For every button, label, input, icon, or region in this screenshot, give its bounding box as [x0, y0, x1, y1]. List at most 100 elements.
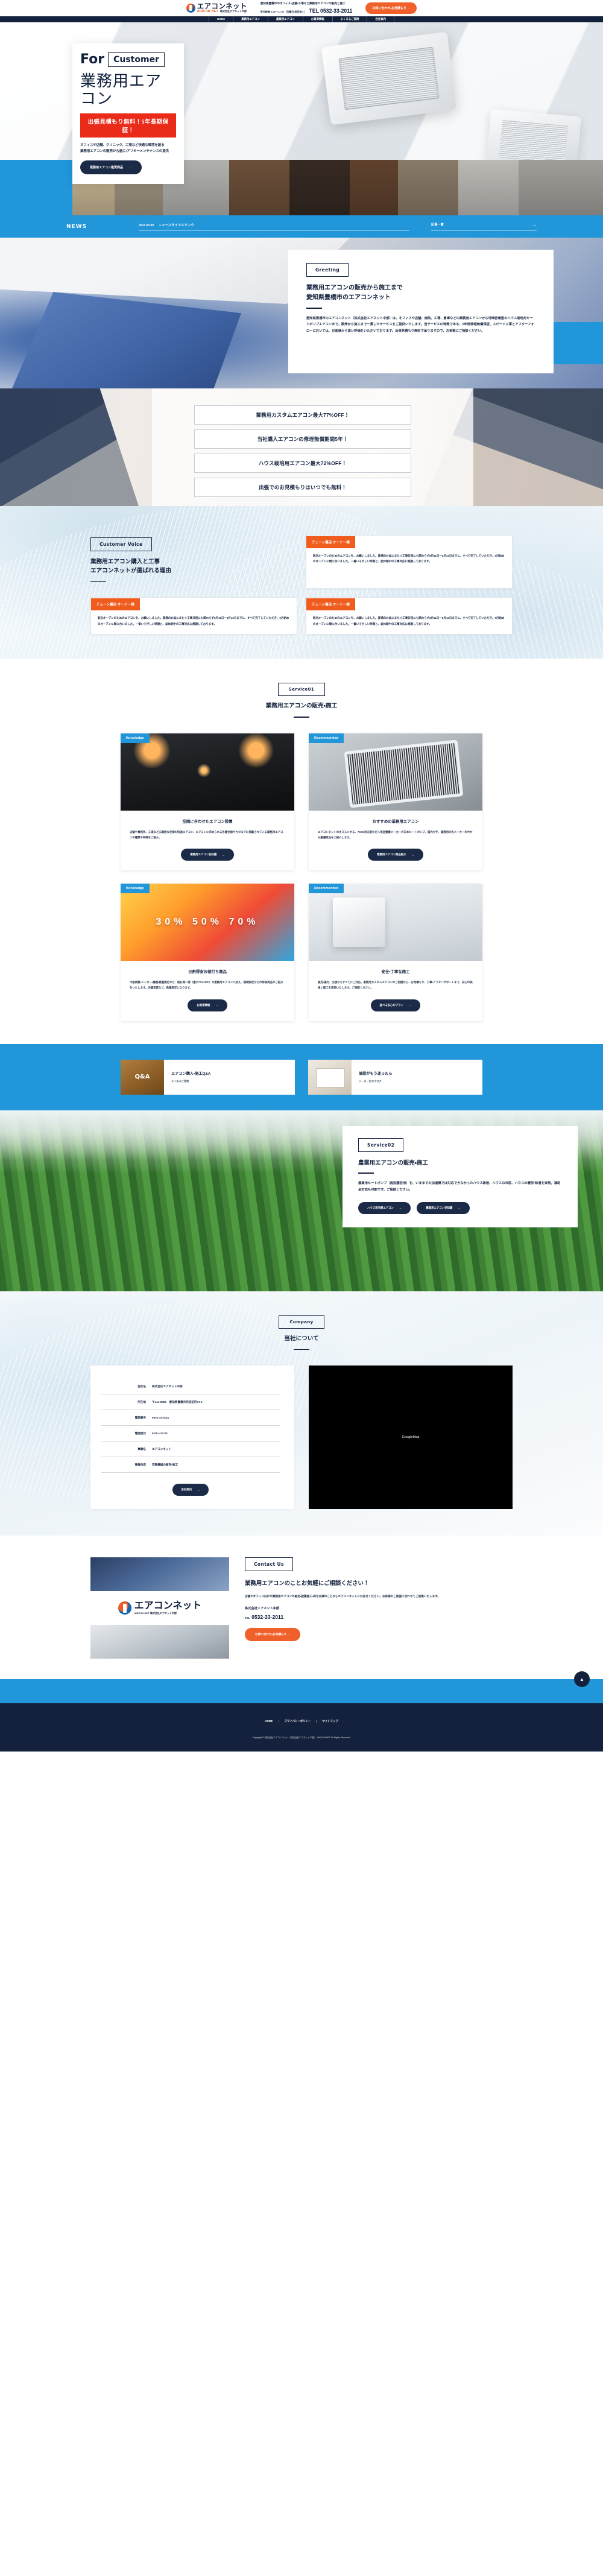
service01-section: Service01 業務用エアコンの販売・施工 Knowledge 空間に合わせ… — [0, 659, 603, 1044]
company-info-button[interactable]: 会社案内 → — [172, 1484, 209, 1496]
arrow-right-icon: → — [197, 1488, 200, 1492]
service-card-badge: Knowledge — [121, 884, 150, 894]
table-row: 会社名 株式会社エアネット中部 — [101, 1379, 280, 1395]
voice-card: チェーン書店 オーナー様 新店オープンのためのエアコンを、お願いしました。夏場の… — [306, 535, 513, 589]
service-card-button[interactable]: お買得情報 → — [188, 999, 227, 1011]
qa-band: エアコン購入・施工Q&A よくあるご質問 値段がもう迷ったら メーカー別カタログ — [0, 1043, 603, 1110]
footer-link-home[interactable]: HOME — [259, 1720, 279, 1723]
service-card[interactable]: Knowledge 日割得安お値打ち商品 中堅規模・メーカー・機種・数量限定など… — [121, 884, 294, 1021]
arrow-right-icon: → — [458, 1206, 461, 1209]
greeting-section: Greeting 業務用エアコンの販売から施工まで 愛知県豊橋市のエアコンネット… — [0, 238, 603, 388]
voice-card-owner: チェーン書店 オーナー様 — [306, 536, 355, 548]
logo-icon — [186, 3, 195, 13]
service-card-title: おすすめの業務用エアコン — [372, 819, 419, 824]
footer-link-sitemap[interactable]: サイトマップ — [317, 1720, 343, 1723]
company-section: Company 当社について 会社名 株式会社エアネット中部 所在地 〒441-… — [0, 1291, 603, 1536]
service-card[interactable]: Recommended 安全・丁寧な施工 販売・据付、交換からすべてにご対応。業… — [309, 884, 482, 1021]
site-logo[interactable]: エアコンネット AIRCON NET 株式会社エアネット中部 — [186, 2, 247, 14]
point-item: 業務用カスタムエアコン最大77%OFF！ — [194, 405, 411, 425]
qa-card-title: エアコン購入・施工Q&A — [171, 1072, 211, 1077]
service-card-button-label: 業務用エアコン豆知識 — [190, 853, 217, 856]
qa-card-faq[interactable]: エアコン購入・施工Q&A よくあるご質問 — [121, 1059, 295, 1095]
nav-item-deals[interactable]: お買得情報 — [302, 16, 332, 22]
arrow-right-icon: → — [411, 853, 414, 856]
table-row: 事業内容 空調機器の販売・施工 — [101, 1457, 280, 1473]
footer-copyright: Copyright © 株式会社エアコンネット（株式会社エアネット中部） AIR… — [252, 1736, 351, 1739]
logo-subtitle-en: AIRCON NET — [197, 10, 218, 14]
info-value: 空調機器の販売・施工 — [152, 1463, 178, 1467]
contact-telephone[interactable]: TEL 0532-33-2011 — [245, 1614, 513, 1620]
info-key: 事業内容 — [134, 1463, 146, 1467]
info-value: 〒441-8081 愛知県豊橋市西羽田町73-1 — [152, 1400, 203, 1404]
company-tag: Company — [279, 1315, 324, 1329]
news-label: NEWS — [66, 223, 87, 230]
service-card-button[interactable]: 業務用エアコン商品紹介 → — [368, 849, 423, 861]
contact-tel-label: TEL — [245, 1616, 250, 1620]
hero-ac-unit-image — [321, 31, 457, 125]
service01-heading: 業務用エアコンの販売・施工 — [265, 703, 338, 710]
hero-blue-accent — [0, 160, 72, 215]
hero-badge: 出張見積もり無料！5年長期保証！ — [80, 113, 176, 138]
service02-button-knowledge[interactable]: 農業用エアコン豆知識 → — [417, 1201, 470, 1214]
header-contact-button[interactable]: お問い合わせ・お見積もり → — [365, 2, 417, 14]
service-card-button-label: 選べる安心のプラン — [379, 1003, 404, 1007]
qa-card-subtitle: よくあるご質問 — [171, 1080, 189, 1083]
divider — [90, 581, 106, 583]
contact-heading: 業務用エアコンのことお気軽にご相談ください！ — [245, 1580, 370, 1587]
arrow-right-icon: → — [532, 221, 537, 227]
service-card-button-label: 業務用エアコン商品紹介 — [377, 853, 406, 856]
hero-section: For Customer 業務用エアコン 出張見積もり無料！5年長期保証！ オフ… — [0, 22, 603, 215]
info-key: 所在地 — [137, 1400, 146, 1404]
hero-card: For Customer 業務用エアコン 出張見積もり無料！5年長期保証！ オフ… — [72, 43, 184, 185]
service02-button-label: 農業用エアコン豆知識 — [426, 1206, 453, 1209]
service-card[interactable]: Knowledge 空間に合わせたエアコン設置 店舗や事務所、工場など広範囲な空… — [121, 733, 294, 871]
nav-item-home[interactable]: HOME — [209, 16, 233, 22]
greeting-blue-accent — [554, 322, 603, 364]
header-telephone: TEL 0532-33-2011 — [309, 7, 353, 14]
greeting-heading-line-2: 愛知県豊橋市のエアコンネット — [306, 294, 391, 301]
nav-item-faq[interactable]: よくあるご質問 — [332, 16, 367, 22]
nav-item-company[interactable]: 会社案内 — [367, 16, 394, 22]
service-card[interactable]: Recommended おすすめの業務用エアコン エアコンネットのオススメする、… — [309, 733, 482, 871]
service02-button-house-ac[interactable]: ハウス用冷暖エアコン → — [358, 1201, 411, 1214]
qa-card-title: 値段がもう迷ったら — [359, 1072, 393, 1077]
contact-logo-sub-jp: 株式会社エアネット中部 — [150, 1612, 177, 1615]
scroll-to-top-button[interactable]: ▲ — [574, 1671, 590, 1688]
header-tagline: 愛知県豊橋市のオフィス・店舗・工場など業務用エアコンの販売と施工 — [260, 2, 346, 5]
table-row: 電話番号 0532-33-2011 — [101, 1410, 280, 1426]
greeting-body: 愛知県豊橋市のエアコンネット（株式会社エアネット中部）は、オフィスや店舗、病院、… — [306, 316, 534, 334]
info-value: 0532-33-2011 — [152, 1416, 169, 1420]
contact-logo-title: エアコンネット — [134, 1600, 202, 1612]
qa-card-subtitle: メーカー別カタログ — [359, 1080, 382, 1083]
company-info-table: 会社名 株式会社エアネット中部 所在地 〒441-8081 愛知県豊橋市西羽田町… — [90, 1366, 294, 1510]
nav-item-commercial-ac[interactable]: 業務用エアコン — [233, 16, 268, 22]
info-value: 株式会社エアネット中部 — [152, 1385, 183, 1388]
points-section: 業務用カスタムエアコン最大77%OFF！ 当社購入エアコンの修理無償期間5年！ … — [0, 388, 603, 506]
contact-cta-button[interactable]: お問い合わせ・お見積もり → — [245, 1628, 300, 1642]
arrow-right-icon: → — [409, 1004, 412, 1007]
service-card-button[interactable]: 選べる安心のプラン → — [370, 999, 421, 1011]
news-latest-item[interactable]: 2021.00.00 ニュースタイトルリンク — [139, 223, 409, 231]
divider — [358, 1172, 374, 1174]
qa-card-catalog[interactable]: 値段がもう迷ったら メーカー別カタログ — [308, 1059, 482, 1095]
service-card-image: Recommended — [309, 733, 482, 811]
news-title: ニュースタイトルリンク — [159, 223, 195, 227]
nav-item-agricultural-ac[interactable]: 農業用エアコン — [267, 16, 303, 22]
hero-cta-button[interactable]: 業務用エアコン推奨商品 → — [80, 160, 142, 175]
info-value: 9:00〜17:00 — [152, 1432, 168, 1435]
service02-body: 農業用ヒートポンプ（施設園芸用）を、いままでの加温機では対応できなかったハウス栽… — [358, 1181, 561, 1192]
greeting-tag: Greeting — [306, 263, 349, 277]
info-key: 電話番号 — [134, 1416, 146, 1420]
voice-heading-line-1: 業務用エアコン購入と工事 — [90, 559, 160, 565]
footer-link-privacy[interactable]: プライバシーポリシー — [279, 1720, 317, 1723]
service-card-title: 空間に合わせたエアコン設置 — [182, 819, 233, 824]
service-card-button[interactable]: 業務用エアコン豆知識 → — [181, 849, 234, 861]
page-root: エアコンネット AIRCON NET 株式会社エアネット中部 愛知県豊橋市のオフ… — [0, 0, 603, 1752]
divider — [306, 308, 322, 309]
company-heading: 当社について — [284, 1335, 319, 1342]
news-archive-link[interactable]: 記事一覧 → — [431, 221, 537, 231]
company-heading-block: Company 当社について — [90, 1315, 513, 1350]
voice-heading-block: Customer Voice 業務用エアコン購入と工事 エアコンネットが選ばれる… — [90, 535, 297, 589]
voice-card-text: 新店オープンのためのエアコンを、お願いしました。夏場のお盆にまたぐ工事日程にも関… — [313, 616, 505, 625]
google-map-embed[interactable] — [309, 1366, 513, 1510]
